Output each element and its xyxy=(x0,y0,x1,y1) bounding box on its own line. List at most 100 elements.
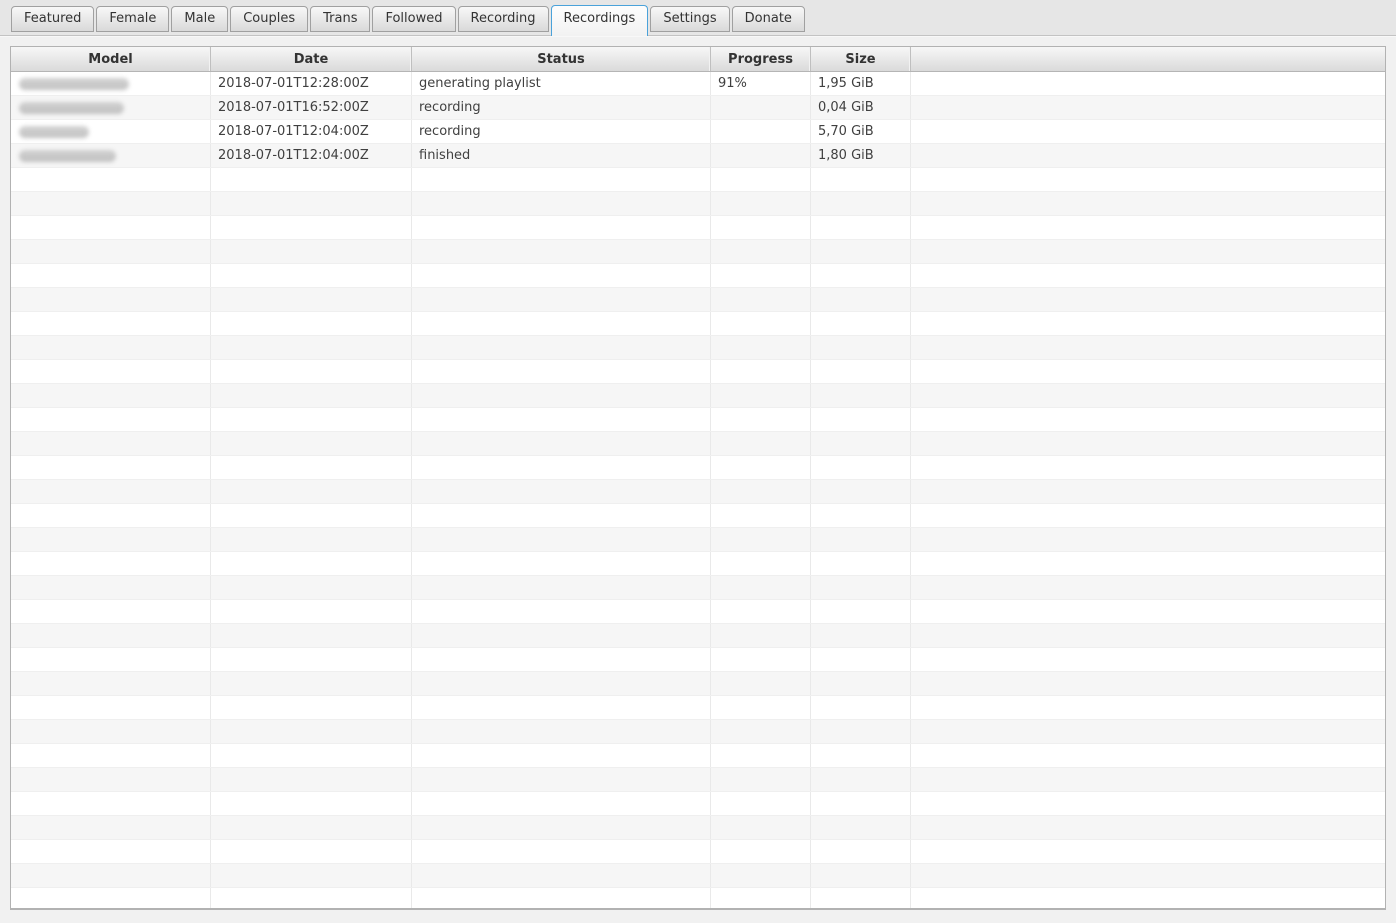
cell-progress xyxy=(711,360,811,383)
cell-size xyxy=(811,456,911,479)
column-header-size[interactable]: Size xyxy=(811,47,911,71)
cell-spacer xyxy=(911,312,1385,335)
cell-progress xyxy=(711,576,811,599)
cell-date xyxy=(211,672,412,695)
cell-size: 0,04 GiB xyxy=(811,96,911,119)
cell-status: finished xyxy=(412,144,711,167)
cell-progress xyxy=(711,408,811,431)
tab-settings[interactable]: Settings xyxy=(650,6,729,32)
cell-progress xyxy=(711,816,811,839)
column-header-status[interactable]: Status xyxy=(412,47,711,71)
cell-status xyxy=(412,384,711,407)
cell-model xyxy=(11,816,211,839)
tab-recording[interactable]: Recording xyxy=(458,6,549,32)
column-header-progress[interactable]: Progress xyxy=(711,47,811,71)
tab-trans[interactable]: Trans xyxy=(310,6,370,32)
cell-progress xyxy=(711,240,811,263)
cell-size xyxy=(811,288,911,311)
empty-row xyxy=(11,240,1385,264)
tab-bar: FeaturedFemaleMaleCouplesTransFollowedRe… xyxy=(0,0,1396,36)
empty-row xyxy=(11,192,1385,216)
cell-progress xyxy=(711,216,811,239)
recording-row[interactable]: 2018-07-01T12:28:00Zgenerating playlist9… xyxy=(11,72,1385,96)
cell-model xyxy=(11,552,211,575)
cell-spacer xyxy=(911,528,1385,551)
cell-status xyxy=(412,720,711,743)
cell-date xyxy=(211,648,412,671)
cell-size xyxy=(811,504,911,527)
column-header-date[interactable]: Date xyxy=(211,47,412,71)
cell-model xyxy=(11,768,211,791)
cell-date xyxy=(211,264,412,287)
tab-couples[interactable]: Couples xyxy=(230,6,308,32)
empty-row xyxy=(11,840,1385,864)
cell-size xyxy=(811,720,911,743)
tab-recordings[interactable]: Recordings xyxy=(551,5,649,36)
cell-size xyxy=(811,528,911,551)
empty-row xyxy=(11,888,1385,910)
cell-progress xyxy=(711,288,811,311)
cell-progress xyxy=(711,96,811,119)
cell-date xyxy=(211,480,412,503)
empty-row xyxy=(11,600,1385,624)
table-body: 2018-07-01T12:28:00Zgenerating playlist9… xyxy=(11,72,1385,910)
cell-size xyxy=(811,600,911,623)
tab-featured[interactable]: Featured xyxy=(11,6,94,32)
column-header-model[interactable]: Model xyxy=(11,47,211,71)
cell-model xyxy=(11,840,211,863)
cell-progress xyxy=(711,552,811,575)
cell-status xyxy=(412,288,711,311)
cell-model xyxy=(11,576,211,599)
cell-progress xyxy=(711,144,811,167)
tab-male[interactable]: Male xyxy=(171,6,228,32)
cell-date xyxy=(211,576,412,599)
cell-size: 1,95 GiB xyxy=(811,72,911,95)
cell-model xyxy=(11,264,211,287)
cell-spacer xyxy=(911,192,1385,215)
cell-model xyxy=(11,480,211,503)
cell-date xyxy=(211,816,412,839)
cell-progress xyxy=(711,696,811,719)
cell-spacer xyxy=(911,456,1385,479)
empty-row xyxy=(11,792,1385,816)
cell-spacer xyxy=(911,600,1385,623)
cell-date xyxy=(211,312,412,335)
recording-row[interactable]: 2018-07-01T12:04:00Zrecording5,70 GiB xyxy=(11,120,1385,144)
cell-date xyxy=(211,624,412,647)
tab-female[interactable]: Female xyxy=(96,6,169,32)
cell-status xyxy=(412,264,711,287)
tab-followed[interactable]: Followed xyxy=(372,6,455,32)
column-header-spacer xyxy=(911,47,1385,71)
cell-model xyxy=(11,120,211,143)
cell-status: recording xyxy=(412,120,711,143)
cell-size xyxy=(811,816,911,839)
recording-row[interactable]: 2018-07-01T12:04:00Zfinished1,80 GiB xyxy=(11,144,1385,168)
cell-status xyxy=(412,528,711,551)
cell-size xyxy=(811,888,911,910)
cell-spacer xyxy=(911,408,1385,431)
cell-date xyxy=(211,336,412,359)
empty-row xyxy=(11,816,1385,840)
tab-donate[interactable]: Donate xyxy=(732,6,805,32)
empty-row xyxy=(11,408,1385,432)
cell-status xyxy=(412,744,711,767)
cell-date xyxy=(211,696,412,719)
cell-date xyxy=(211,768,412,791)
cell-status: recording xyxy=(412,96,711,119)
recording-row[interactable]: 2018-07-01T16:52:00Zrecording0,04 GiB xyxy=(11,96,1385,120)
cell-status xyxy=(412,336,711,359)
cell-progress xyxy=(711,840,811,863)
cell-status xyxy=(412,552,711,575)
cell-spacer xyxy=(911,816,1385,839)
cell-spacer xyxy=(911,288,1385,311)
cell-progress xyxy=(711,624,811,647)
cell-progress xyxy=(711,384,811,407)
cell-spacer xyxy=(911,120,1385,143)
cell-date xyxy=(211,360,412,383)
cell-progress xyxy=(711,768,811,791)
cell-spacer xyxy=(911,624,1385,647)
cell-date xyxy=(211,840,412,863)
cell-date xyxy=(211,504,412,527)
cell-progress xyxy=(711,792,811,815)
cell-date: 2018-07-01T12:04:00Z xyxy=(211,144,412,167)
